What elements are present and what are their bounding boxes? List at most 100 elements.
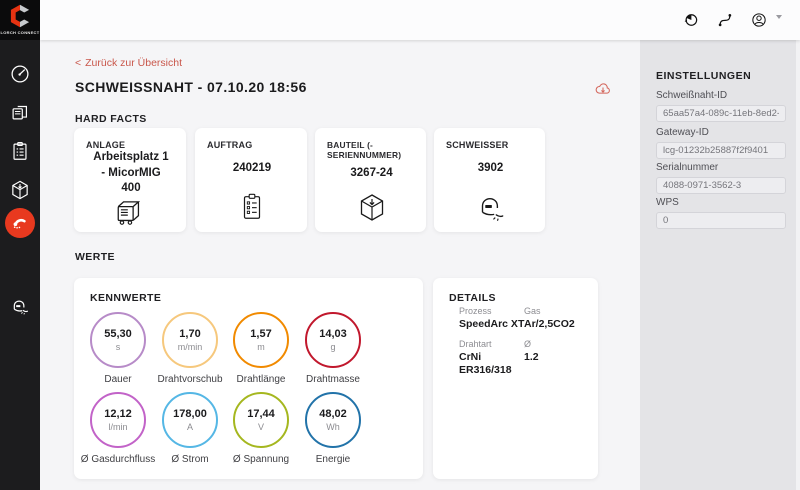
metric-unit: V <box>258 422 264 432</box>
metric-drahtmasse: 14,03 g Drahtmasse <box>297 312 369 385</box>
metric-value: 1,70 <box>179 328 200 340</box>
detail-gas: Gas Ar/2,5CO2 <box>524 306 586 331</box>
detail-label: Prozess <box>459 306 521 316</box>
schweissnaht-id-input[interactable] <box>656 105 786 122</box>
metric-value: 48,02 <box>319 408 347 420</box>
metric-value: 55,30 <box>104 328 132 340</box>
card-bauteil: BAUTEIL (-SERIENNUMMER) 3267-24 <box>315 128 426 232</box>
field-serialnummer: Serialnummer <box>656 162 786 194</box>
process-curve-icon[interactable] <box>716 11 734 29</box>
werte-section-label: WERTE <box>75 251 115 263</box>
metric-circle: 1,57 m <box>233 312 289 368</box>
component-cube-icon <box>327 188 416 224</box>
metric-circle: 1,70 m/min <box>162 312 218 368</box>
metric-strom: 178,00 A Ø Strom <box>154 392 226 465</box>
serialnummer-input[interactable] <box>656 177 786 194</box>
metric-unit: A <box>187 422 193 432</box>
metric-energie: 48,02 Wh Energie <box>297 392 369 465</box>
sidebar-item-schweisser[interactable] <box>9 296 31 318</box>
welding-machine-icon <box>86 197 176 229</box>
card-value: 3902 <box>446 150 535 188</box>
component-cube-icon <box>9 179 31 201</box>
metric-unit: m <box>257 342 265 352</box>
page-title: SCHWEISSNAHT - 07.10.20 18:56 <box>75 79 307 95</box>
kennwerte-title: KENNWERTE <box>90 292 407 304</box>
metric-label: Ø Gasdurchfluss <box>81 454 155 465</box>
sidebar-item-auftraege[interactable] <box>9 140 31 162</box>
metric-spannung: 17,44 V Ø Spannung <box>225 392 297 465</box>
card-label: BAUTEIL (-SERIENNUMMER) <box>327 140 416 160</box>
metric-unit: s <box>116 342 121 352</box>
settings-title: EINSTELLUNGEN <box>656 70 751 82</box>
topbar-icons <box>682 0 782 40</box>
metric-label: Drahtmasse <box>306 374 360 385</box>
details-title: DETAILS <box>449 292 582 304</box>
metric-label: Ø Spannung <box>233 454 289 465</box>
back-link[interactable]: <Zurück zur Übersicht <box>75 57 182 69</box>
metric-label: Energie <box>316 454 350 465</box>
metric-unit: g <box>330 342 335 352</box>
gauge-pie-icon[interactable] <box>682 11 700 29</box>
welder-icon <box>446 188 535 224</box>
sidebar-item-schweissnaehte-active[interactable] <box>5 208 35 238</box>
gateway-id-input[interactable] <box>656 142 786 159</box>
cloud-download-icon[interactable] <box>594 80 612 98</box>
sidebar <box>0 40 40 490</box>
hard-facts-section-label: HARD FACTS <box>75 113 147 125</box>
speedometer-icon <box>9 63 31 85</box>
metric-value: 1,57 <box>250 328 271 340</box>
card-label: ANLAGE <box>86 140 176 150</box>
settings-panel: EINSTELLUNGEN Schweißnaht-ID Gateway-ID … <box>640 40 800 490</box>
metric-circle: 55,30 s <box>90 312 146 368</box>
metric-drahtlaenge: 1,57 m Drahtlänge <box>225 312 297 385</box>
detail-value: 1.2 <box>524 351 564 364</box>
metric-label: Drahtvorschub <box>157 374 222 385</box>
metric-gasdurchfluss: 12,12 l/min Ø Gasdurchfluss <box>82 392 154 465</box>
card-schweisser: SCHWEISSER 3902 <box>434 128 545 232</box>
clipboard-icon <box>207 188 297 224</box>
scrollbar-track[interactable] <box>796 40 800 490</box>
metric-unit: l/min <box>108 422 127 432</box>
welder-icon <box>9 296 31 318</box>
metric-label: Drahtlänge <box>237 374 286 385</box>
card-auftrag: AUFTRAG 240219 <box>195 128 307 232</box>
welding-machine-icon <box>9 101 31 123</box>
field-label: Serialnummer <box>656 162 786 173</box>
card-anlage: ANLAGE Arbeitsplatz 1 - MicorMIG 400 <box>74 128 186 232</box>
metric-unit: Wh <box>326 422 340 432</box>
detail-value: CrNi ER316/318 <box>459 351 517 377</box>
metric-circle: 17,44 V <box>233 392 289 448</box>
detail-drahtart: Drahtart CrNi ER316/318 <box>459 339 517 377</box>
back-chevron-icon: < <box>75 57 81 69</box>
metric-unit: m/min <box>178 342 203 352</box>
detail-prozess: Prozess SpeedArc XT <box>459 306 521 331</box>
lorch-logo[interactable]: LORCH CONNECT <box>0 0 40 40</box>
metric-drahtvorschub: 1,70 m/min Drahtvorschub <box>154 312 226 385</box>
detail-label: Drahtart <box>459 339 517 349</box>
metric-label: Ø Strom <box>171 454 208 465</box>
weld-seam-torch-icon <box>9 212 31 234</box>
field-schweissnaht-id: Schweißnaht-ID <box>656 90 786 122</box>
account-caret-icon[interactable] <box>776 15 782 19</box>
field-label: Schweißnaht-ID <box>656 90 786 101</box>
metric-value: 14,03 <box>319 328 347 340</box>
account-icon[interactable] <box>750 11 768 29</box>
detail-value: Ar/2,5CO2 <box>524 318 586 331</box>
sidebar-item-anlagen[interactable] <box>9 101 31 123</box>
field-label: WPS <box>656 197 786 208</box>
card-label: SCHWEISSER <box>446 140 535 150</box>
field-label: Gateway-ID <box>656 127 786 138</box>
order-list-icon <box>9 140 31 162</box>
detail-label: Ø <box>524 339 564 349</box>
sidebar-item-bauteile[interactable] <box>9 179 31 201</box>
app-root: LORCH CONNECT <box>0 0 800 490</box>
main-content: <Zurück zur Übersicht SCHWEISSNAHT - 07.… <box>40 40 640 490</box>
metric-label: Dauer <box>104 374 131 385</box>
card-value: 240219 <box>207 150 297 188</box>
topbar <box>40 0 800 40</box>
card-value: Arbeitsplatz 1 - MicorMIG 400 <box>86 150 176 197</box>
wps-input[interactable] <box>656 212 786 229</box>
detail-value: SpeedArc XT <box>459 318 521 331</box>
metric-circle: 14,03 g <box>305 312 361 368</box>
sidebar-item-dashboard[interactable] <box>9 63 31 85</box>
